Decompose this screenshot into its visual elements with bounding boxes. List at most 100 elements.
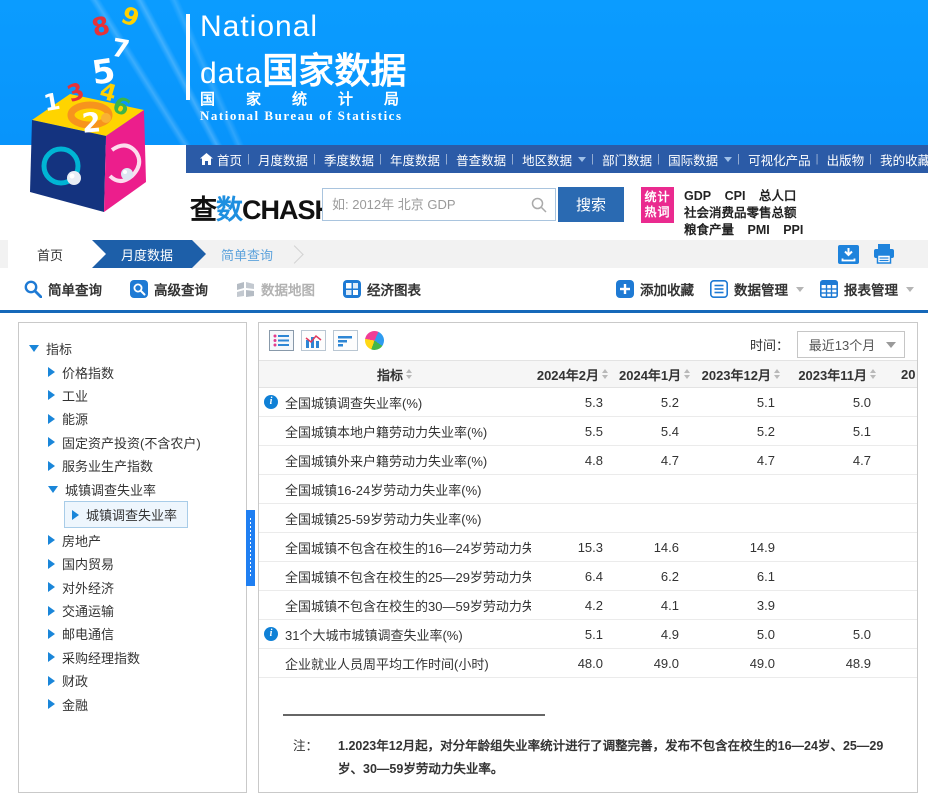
triangle-collapsed-icon [48,652,55,662]
hot-word-pmi[interactable]: PMI [748,223,770,237]
table-row[interactable]: 全国城镇外来户籍劳动力失业率(%) 4.8 4.7 4.7 4.7 [259,446,918,475]
list-document-icon [710,280,728,298]
view-pie-chart-button[interactable] [362,328,387,353]
list-view-icon [273,334,290,347]
table-row[interactable]: 全国城镇25-59岁劳动力失业率(%) [259,504,918,533]
time-range-select[interactable]: 最近13个月 [797,331,905,358]
table-row[interactable]: 全国城镇不包含在校生的30—59岁劳动力失业率(%) 4.2 4.1 3.9 [259,591,918,620]
search-button[interactable]: 搜索 [558,187,624,222]
hot-word-cpi[interactable]: CPI [725,189,746,203]
nav-item-annual[interactable]: 年度数据 [382,150,448,169]
triangle-collapsed-icon [48,606,55,616]
logo-divider-bar [186,14,190,100]
nav-item-census[interactable]: 普查数据 [448,150,514,169]
hot-word-gdp[interactable]: GDP [684,189,711,203]
tree-item-post-telecom[interactable]: 邮电通信 [48,622,246,645]
advanced-search-icon [130,280,148,298]
data-management-menu[interactable]: 数据管理 [710,279,804,299]
nav-item-quarterly[interactable]: 季度数据 [316,150,382,169]
search-icon [24,280,42,298]
hot-words-badge: 统计 热词 [641,187,674,223]
tab-home[interactable]: 首页 [8,240,106,268]
main-navigation: 首页 月度数据 季度数据 年度数据 普查数据 地区数据 部门数据 国际数据 可视… [186,145,928,173]
tree-root-indicators[interactable]: 指标 [29,337,246,360]
logo-subtitle-cn: 国家统计局 [200,88,430,109]
note-divider-line [283,714,545,716]
view-list-button[interactable] [269,330,294,351]
chevron-down-icon [578,157,586,162]
nav-item-home[interactable]: 首页 [192,150,250,169]
add-favorite-button[interactable]: 添加收藏 [616,279,694,299]
triangle-collapsed-icon [48,367,55,377]
tree-item-urban-unemployment-selected[interactable]: 城镇调查失业率 [64,501,188,528]
tree-item-price-index[interactable]: 价格指数 [48,360,246,383]
logo-title-line2: data国家数据 [200,42,406,94]
tree-item-domestic-trade[interactable]: 国内贸易 [48,552,246,575]
info-icon[interactable] [264,395,278,409]
hot-words-links: GDP CPI 总人口 社会消费品零售总额 粮食产量 PMI PPI [684,188,914,239]
tab-simple-query[interactable]: 简单查询 [212,240,282,268]
tree-item-foreign-economy[interactable]: 对外经济 [48,576,246,599]
tree-item-urban-unemployment[interactable]: 城镇调查失业率 [48,477,246,500]
nav-item-departmental[interactable]: 部门数据 [594,150,660,169]
blue-divider [0,310,928,313]
column-header-2023-12[interactable]: 2023年12月 [695,361,791,388]
nav-item-visualization[interactable]: 可视化产品 [740,150,819,169]
logo-title-cjk: 国家数据 [262,50,406,91]
triangle-expanded-icon [48,486,58,493]
nav-item-regional[interactable]: 地区数据 [514,150,594,169]
nav-item-publications[interactable]: 出版物 [819,150,873,169]
tree-item-industry[interactable]: 工业 [48,384,246,407]
nav-item-favorites[interactable]: 我的收藏 [872,150,928,169]
nav-item-monthly[interactable]: 月度数据 [250,150,316,169]
info-icon[interactable] [264,627,278,641]
tree-item-fixed-assets[interactable]: 固定资产投资(不含农户) [48,431,246,454]
query-toolbar: 简单查询 高级查询 数据地图 [0,268,928,310]
table-grid-icon [820,280,838,298]
search-input[interactable] [323,197,531,212]
hot-word-grain[interactable]: 粮食产量 [684,223,734,237]
unemployment-data-table: 指标 2024年2月 2024年1月 2023年12月 2023年11月 20 … [259,360,918,678]
footnote: 注： 1.2023年12月起，对分年龄组失业率统计进行了调整完善，发布不包含在校… [293,735,893,781]
sort-icon [684,369,691,379]
toolbar-simple-query[interactable]: 简单查询 [24,279,102,299]
tree-item-real-estate[interactable]: 房地产 [48,529,246,552]
hot-word-retail[interactable]: 社会消费品零售总额 [684,206,797,220]
column-header-2023-11[interactable]: 2023年11月 [791,361,887,388]
table-row[interactable]: 全国城镇不包含在校生的25—29岁劳动力失业率(%) 6.4 6.2 6.1 [259,562,918,591]
indicator-tree-panel: 指标 价格指数 工业 能源 固定资产投资(不含农户) 服务业生产指数 城镇调查失… [18,322,247,793]
nav-item-international[interactable]: 国际数据 [660,150,740,169]
tree-item-services-index[interactable]: 服务业生产指数 [48,454,246,477]
column-header-2024-02[interactable]: 2024年2月 [531,361,619,388]
table-row[interactable]: 全国城镇本地户籍劳动力失业率(%) 5.5 5.4 5.2 5.1 [259,417,918,446]
view-hbar-chart-button[interactable] [333,330,358,351]
footnote-text: 1.2023年12月起，对分年龄组失业率统计进行了调整完善，发布不包含在校生的1… [338,735,893,781]
table-row[interactable]: 31个大城市城镇调查失业率(%) 5.1 4.9 5.0 5.0 [259,620,918,649]
tree-item-fiscal[interactable]: 财政 [48,669,246,692]
column-header-2024-01[interactable]: 2024年1月 [619,361,695,388]
toolbar-economic-charts[interactable]: 经济图表 [343,279,421,299]
hot-word-ppi[interactable]: PPI [783,223,803,237]
column-header-indicator[interactable]: 指标 [259,361,531,388]
toolbar-data-map[interactable]: 数据地图 [236,279,315,299]
tree-item-pmi[interactable]: 采购经理指数 [48,646,246,669]
download-icon[interactable] [838,245,859,264]
toolbar-advanced-query[interactable]: 高级查询 [130,279,208,299]
panel-splitter[interactable] [246,510,255,586]
tree-item-energy[interactable]: 能源 [48,407,246,430]
table-row[interactable]: 全国城镇调查失业率(%) 5.3 5.2 5.1 5.0 [259,388,918,417]
home-icon [200,153,213,165]
report-management-menu[interactable]: 报表管理 [820,279,914,299]
table-row[interactable]: 全国城镇不包含在校生的16—24岁劳动力失业率(%) 15.3 14.6 14.… [259,533,918,562]
tree-item-finance[interactable]: 金融 [48,692,246,715]
horizontal-bar-icon [338,335,354,347]
print-icon[interactable] [872,244,896,264]
table-row[interactable]: 企业就业人员周平均工作时间(小时) 48.0 49.0 49.0 48.9 [259,649,918,678]
hot-word-population[interactable]: 总人口 [759,189,797,203]
column-header-clipped: 20 [887,361,918,388]
view-bar-chart-button[interactable] [301,330,326,351]
table-row[interactable]: 全国城镇16-24岁劳动力失业率(%) [259,475,918,504]
triangle-collapsed-icon [48,461,55,471]
sort-icon [870,369,877,379]
tree-item-transportation[interactable]: 交通运输 [48,599,246,622]
